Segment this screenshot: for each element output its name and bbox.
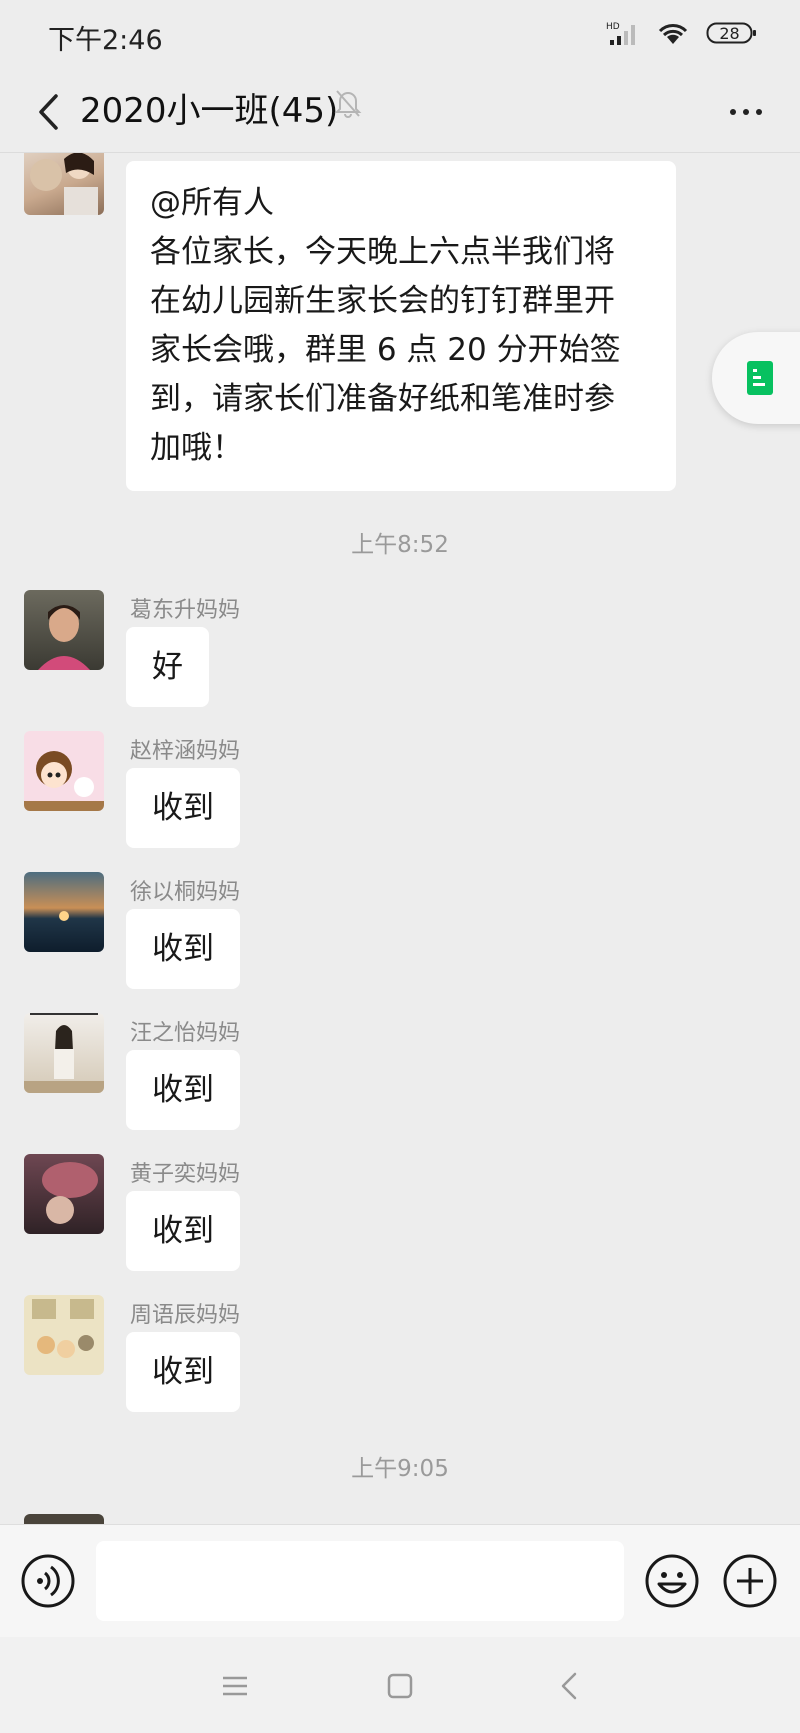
status-bar: 下午2:46 HD 28 (0, 0, 800, 72)
sender-name: 徐以桐妈妈 (130, 880, 241, 905)
message-bubble-announcement[interactable]: @所有人 各位家长，今天晚上六点半我们将 在幼儿园新生家长会的钉钉群里开 家长会… (126, 161, 676, 491)
bell-off-icon (334, 90, 362, 118)
message-line: 家长会哦，群里 6 点 20 分开始签 (150, 332, 621, 368)
more-dot (756, 109, 762, 115)
avatar[interactable] (24, 1514, 104, 1524)
signal-icon: HD (606, 22, 635, 45)
avatar-image (32, 1299, 94, 1358)
avatar[interactable] (24, 153, 104, 215)
menu-button[interactable] (210, 1661, 260, 1711)
avatar-image (24, 1013, 104, 1093)
system-back-button[interactable] (544, 1661, 594, 1711)
battery-icon: 28 (706, 22, 756, 44)
avatar[interactable] (24, 590, 104, 670)
system-nav-bar (0, 1637, 800, 1733)
sender-name: 黄子奕妈妈 (130, 1162, 241, 1187)
square-home-icon (387, 1673, 413, 1699)
sender-name: 周语辰妈妈 (130, 1303, 241, 1328)
input-bar (0, 1524, 800, 1637)
message-bubble[interactable]: 收到 (126, 768, 240, 848)
hd-label: HD (606, 22, 620, 32)
avatar[interactable] (24, 1154, 104, 1234)
chat-title: 2020小一班(45) (80, 91, 339, 131)
message-bubble[interactable]: 收到 (126, 1191, 240, 1271)
message-input[interactable] (96, 1541, 624, 1621)
avatar-image (38, 605, 90, 670)
sender-name: 葛东升妈妈 (130, 598, 241, 623)
menu-icon (223, 1676, 247, 1696)
chat-header: 2020小一班(45) (0, 72, 800, 153)
avatar[interactable] (24, 731, 104, 811)
timestamp: 上午8:52 (351, 532, 449, 558)
message-line: @所有人 (150, 185, 274, 221)
message-line: 到，请家长们准备好纸和笔准时参 (150, 381, 615, 417)
timestamp: 上午9:05 (351, 1456, 449, 1482)
back-button[interactable] (22, 86, 74, 138)
more-dot (730, 109, 736, 115)
sender-name: 汪之怡妈妈 (130, 1021, 241, 1046)
status-icons: HD 28 (606, 20, 758, 46)
message-bubble[interactable]: 收到 (126, 1332, 240, 1412)
floating-doc-button[interactable] (712, 332, 800, 424)
message-bubble[interactable]: 收到 (126, 909, 240, 989)
more-dot (743, 109, 749, 115)
back-triangle-icon (561, 1672, 577, 1700)
battery-level: 28 (719, 24, 739, 43)
avatar-image (42, 1162, 98, 1224)
wifi-icon (658, 24, 688, 44)
home-button[interactable] (375, 1661, 425, 1711)
message-line: 各位家长，今天晚上六点半我们将 (150, 234, 615, 270)
status-time: 下午2:46 (48, 25, 163, 56)
message-bubble[interactable]: 收到 (126, 1050, 240, 1130)
document-icon (747, 361, 773, 395)
message-list[interactable]: @所有人 各位家长，今天晚上六点半我们将 在幼儿园新生家长会的钉钉群里开 家长会… (0, 153, 800, 1524)
more-button[interactable] (714, 86, 778, 138)
avatar-image (24, 751, 104, 811)
emoji-icon[interactable] (644, 1553, 700, 1609)
voice-icon[interactable] (20, 1553, 76, 1609)
avatar-image (59, 911, 69, 921)
message-line: 在幼儿园新生家长会的钉钉群里开 (150, 283, 615, 319)
avatar[interactable] (24, 1013, 104, 1093)
chevron-left-icon (39, 94, 58, 130)
message-bubble[interactable]: 好 (126, 627, 209, 707)
plus-icon[interactable] (722, 1553, 778, 1609)
message-line: 加哦！ (150, 430, 243, 466)
avatar-image (30, 153, 98, 215)
avatar[interactable] (24, 872, 104, 952)
sender-name: 赵梓涵妈妈 (130, 739, 241, 764)
avatar[interactable] (24, 1295, 104, 1375)
